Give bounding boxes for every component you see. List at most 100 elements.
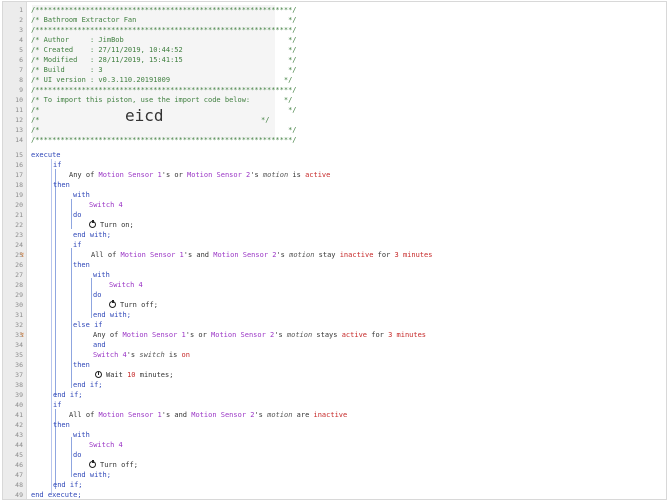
line-number: 41 xyxy=(15,411,23,419)
if-guide-line xyxy=(55,169,56,397)
with-keyword[interactable]: with xyxy=(73,190,90,200)
text: 's xyxy=(254,411,268,419)
duration: 3 minutes xyxy=(388,331,427,339)
action-line[interactable]: Turn off; xyxy=(89,460,138,470)
line-number: 13 xyxy=(15,126,23,134)
line-number: 48 xyxy=(15,481,23,489)
device-switch-4[interactable]: Switch 4 xyxy=(89,200,123,210)
then-keyword[interactable]: then xyxy=(73,360,90,370)
comment-line: /* Build : 3 */ xyxy=(31,66,297,74)
inner-with-guide-line xyxy=(91,278,92,318)
if-keyword[interactable]: if xyxy=(53,160,61,170)
line-number: 7 xyxy=(19,66,23,74)
end-if-keyword[interactable]: end if; xyxy=(53,390,83,400)
text: 's xyxy=(274,331,287,339)
line-number: 34 xyxy=(15,341,23,349)
line-number: 39 xyxy=(15,391,23,399)
line-number: 38 xyxy=(15,381,23,389)
value: inactive xyxy=(313,411,348,419)
then-keyword[interactable]: then xyxy=(73,260,90,270)
attribute: switch xyxy=(139,351,165,359)
then-keyword[interactable]: then xyxy=(53,420,70,430)
power-icon xyxy=(89,460,96,468)
comment-line: /* xyxy=(31,116,40,124)
do-keyword[interactable]: do xyxy=(73,450,81,460)
line-number: 12 xyxy=(15,116,23,124)
line-number: 49 xyxy=(15,491,23,499)
line-number: 1 xyxy=(19,6,23,14)
if-keyword[interactable]: if xyxy=(53,400,61,410)
line-number: 31 xyxy=(15,311,23,319)
line-number: 18 xyxy=(15,181,23,189)
action-line[interactable]: Wait 10 minutes; xyxy=(95,370,173,380)
text: is xyxy=(288,171,306,179)
action-line[interactable]: Turn off; xyxy=(109,300,158,310)
with-keyword[interactable]: with xyxy=(93,270,110,280)
inner-if-guide-line xyxy=(71,248,72,388)
end-if-keyword[interactable]: end if; xyxy=(53,480,83,490)
line-number: 21 xyxy=(15,211,23,219)
with-keyword[interactable]: with xyxy=(73,430,90,440)
device-switch-4[interactable]: Switch 4 xyxy=(89,440,123,450)
end-if-keyword[interactable]: end if; xyxy=(73,380,103,390)
line-number: 45 xyxy=(15,451,23,459)
action-line[interactable]: Turn on; xyxy=(89,220,134,230)
text: are xyxy=(292,411,314,419)
with2-guide-line xyxy=(71,437,72,477)
end-with-keyword[interactable]: end with; xyxy=(73,470,111,480)
line-number: 3 xyxy=(19,26,23,34)
line-number: 36 xyxy=(15,361,23,369)
condition-line[interactable]: Any of Motion Sensor 1's or Motion Senso… xyxy=(93,330,426,340)
comment-line: /* UI version : v0.3.110.20191009 */ xyxy=(31,76,293,84)
attribute: motion xyxy=(286,331,313,339)
then-keyword[interactable]: then xyxy=(53,180,70,190)
end-with-keyword[interactable]: end with; xyxy=(73,230,111,240)
do-keyword[interactable]: do xyxy=(93,290,101,300)
attribute: motion xyxy=(289,251,315,259)
execute-keyword[interactable]: execute xyxy=(31,150,61,160)
text: Any of xyxy=(69,171,99,179)
text: 's xyxy=(250,171,263,179)
condition-line[interactable]: All of Motion Sensor 1's and Motion Sens… xyxy=(69,410,347,420)
device-motion-sensor-1: Motion Sensor 1 xyxy=(122,331,186,339)
execute-guide-line xyxy=(51,159,52,494)
device-motion-sensor-1: Motion Sensor 1 xyxy=(98,411,162,419)
comment-line: /* To import this piston, use the import… xyxy=(31,96,293,104)
import-code[interactable]: eicd xyxy=(125,107,164,125)
end-execute-keyword[interactable]: end execute; xyxy=(31,490,82,499)
line-number: 8 xyxy=(19,76,23,84)
text: 's xyxy=(126,351,140,359)
if-keyword[interactable]: if xyxy=(73,240,81,250)
text: stay xyxy=(314,251,340,259)
attribute: motion xyxy=(267,411,293,419)
trigger-flag-icon: ↯ xyxy=(20,331,25,339)
condition-line[interactable]: All of Motion Sensor 1's and Motion Sens… xyxy=(91,250,432,260)
text: 's and xyxy=(161,411,192,419)
line-number: 35 xyxy=(15,351,23,359)
value: active xyxy=(305,171,331,179)
clock-icon xyxy=(95,371,102,378)
device-motion-sensor-2: Motion Sensor 2 xyxy=(213,251,277,259)
text: Turn off; xyxy=(100,461,138,469)
comment-line: /***************************************… xyxy=(31,86,297,94)
comment-line: /* */ xyxy=(31,126,297,134)
device-switch-4[interactable]: Switch 4 xyxy=(109,280,143,290)
comment-line: /* Author : JimBob */ xyxy=(31,36,297,44)
do-keyword[interactable]: do xyxy=(73,210,81,220)
condition-line[interactable]: Switch 4's switch is on xyxy=(93,350,190,360)
and-keyword[interactable]: and xyxy=(93,340,106,350)
line-number: 42 xyxy=(15,421,23,429)
device-motion-sensor-2: Motion Sensor 2 xyxy=(187,171,251,179)
condition-line[interactable]: Any of Motion Sensor 1's or Motion Senso… xyxy=(69,170,330,180)
comment-line: /* */ xyxy=(31,106,297,114)
end-with-keyword[interactable]: end with; xyxy=(93,310,131,320)
line-number: 2 xyxy=(19,16,23,24)
line-number: 30 xyxy=(15,301,23,309)
text: 's or xyxy=(185,331,212,339)
comment-line: */ xyxy=(261,116,270,124)
else-if-keyword[interactable]: else if xyxy=(73,320,103,330)
line-number: 19 xyxy=(15,191,23,199)
line-number: 9 xyxy=(19,86,23,94)
text: stays xyxy=(312,331,342,339)
text: for xyxy=(367,331,389,339)
